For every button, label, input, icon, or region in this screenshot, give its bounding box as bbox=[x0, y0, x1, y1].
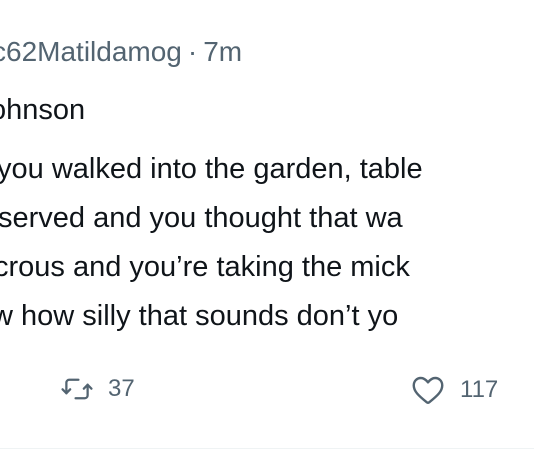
like-count: 117 bbox=[460, 376, 499, 403]
author-handle[interactable]: c62Matildamog bbox=[0, 36, 182, 67]
tweet-body-line: w how silly that sounds don’t yo bbox=[0, 300, 399, 332]
retweet-icon bbox=[60, 372, 94, 406]
tweet-body-line: crous and you’re taking the mick bbox=[0, 251, 410, 283]
tweet-header: c62Matildamog · 7m bbox=[0, 34, 242, 70]
heart-icon bbox=[410, 372, 446, 408]
mentioned-name: ohnson bbox=[0, 94, 86, 126]
header-separator: · bbox=[187, 36, 198, 67]
retweet-count: 37 bbox=[108, 375, 135, 402]
retweet-button[interactable]: 37 bbox=[60, 372, 135, 406]
like-button[interactable]: 117 bbox=[410, 372, 498, 408]
divider bbox=[0, 448, 534, 449]
tweet-body-line: served and you thought that wa bbox=[0, 202, 403, 234]
tweet-actions: 37 117 bbox=[0, 360, 534, 420]
tweet-body-line: you walked into the garden, table bbox=[0, 153, 423, 185]
tweet-card[interactable]: c62Matildamog·7m ohnson you walked into … bbox=[0, 0, 534, 462]
tweet-timestamp[interactable]: 7m bbox=[203, 36, 242, 67]
tweet-body: you walked into the garden, table served… bbox=[0, 145, 534, 341]
